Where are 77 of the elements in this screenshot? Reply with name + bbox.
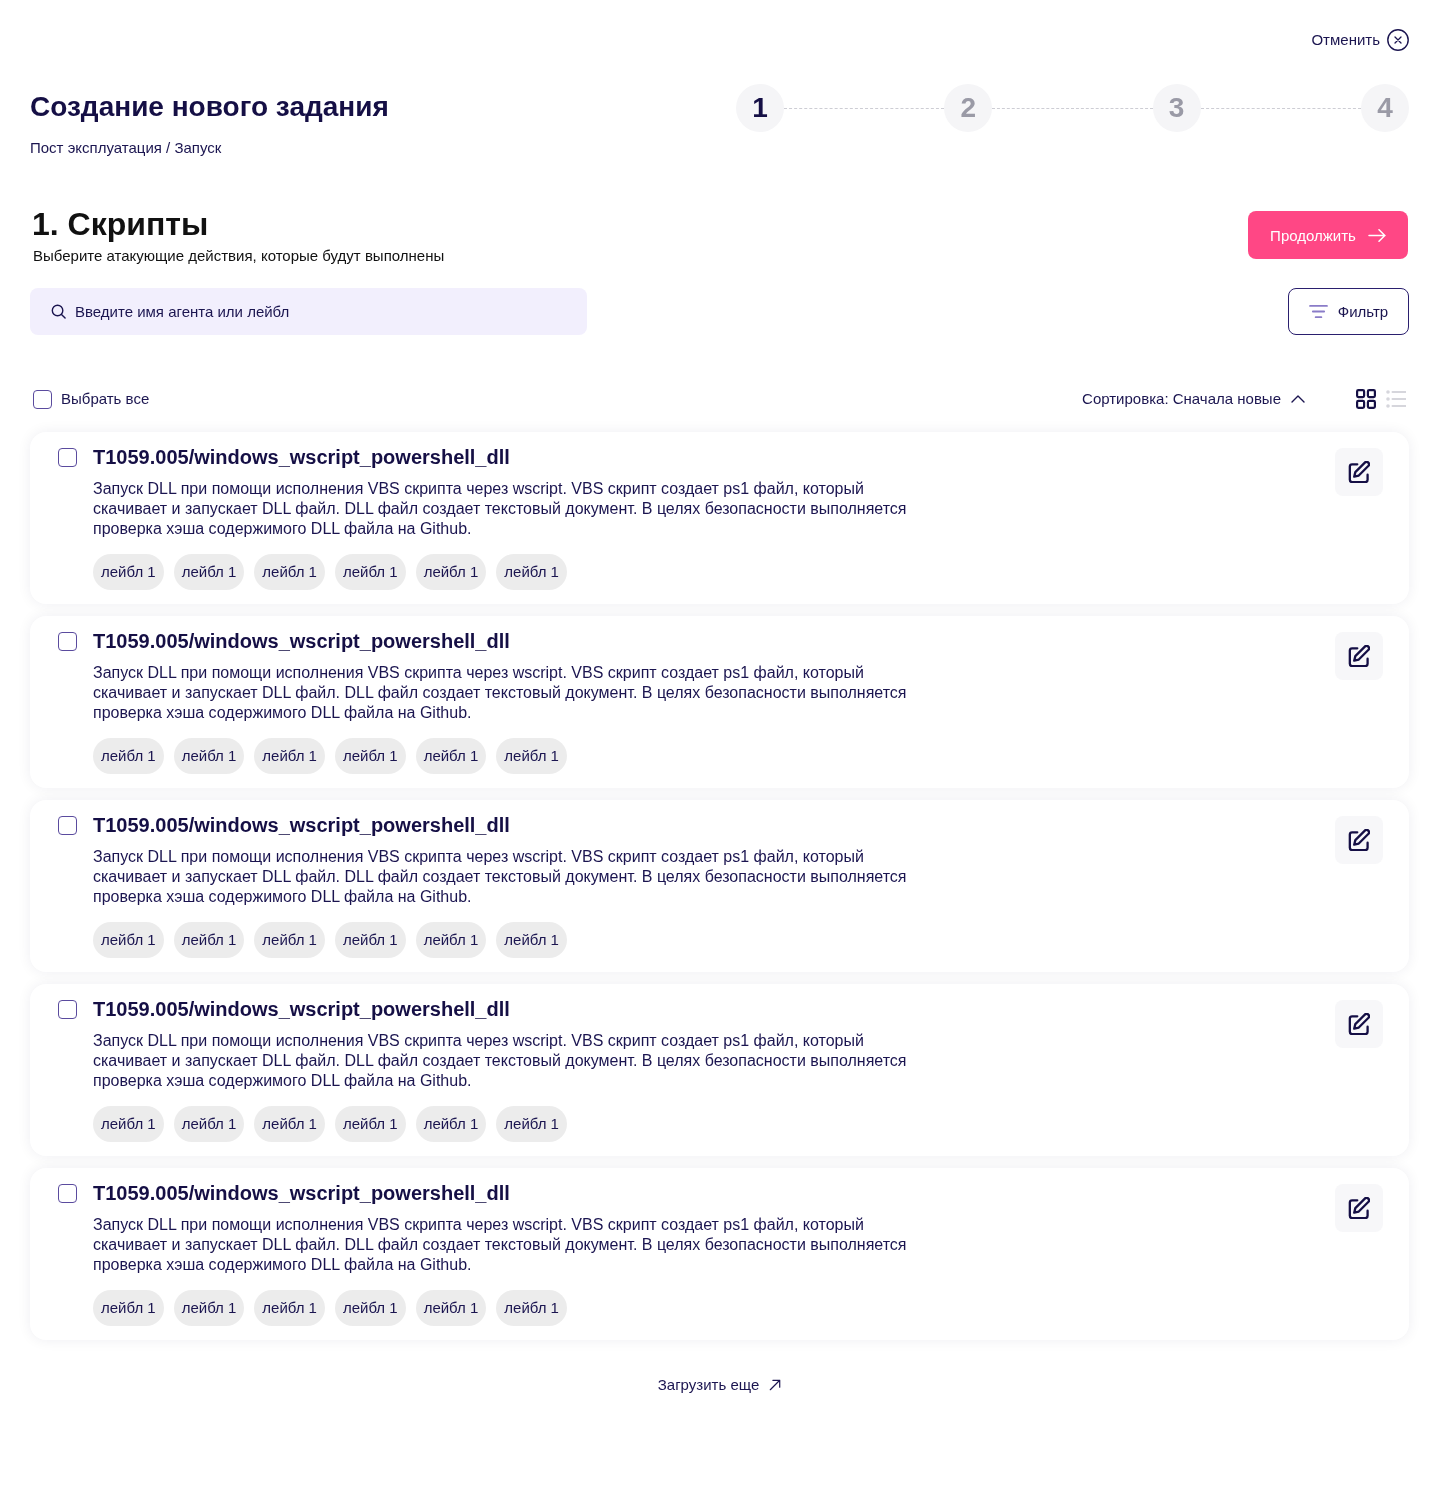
select-all-label[interactable]: Выбрать все xyxy=(61,389,150,409)
sort-button[interactable]: Сортировка: Сначала новые xyxy=(1082,389,1305,409)
filter-icon xyxy=(1308,304,1328,319)
edit-icon xyxy=(1348,1197,1370,1219)
label-tag: лейбл 1 xyxy=(415,554,487,590)
script-description: Запуск DLL при помощи исполнения VBS скрипта через wscript. VBS скрипт создает ps1 файл, который скачивает и запускает DLL файл. DLL файл создает текстовый документ. В целях безопасности выполняется проверка хэша содержимого DLL файла на Github. xyxy=(93,1031,908,1091)
checkbox[interactable] xyxy=(58,1183,77,1203)
label-tag: лейбл 1 xyxy=(415,1290,487,1326)
grid-view-icon[interactable] xyxy=(1356,389,1376,409)
checkbox[interactable] xyxy=(58,815,77,835)
label-tag: лейбл 1 xyxy=(93,922,164,958)
checkbox[interactable] xyxy=(58,631,77,651)
script-title: T1059.005/windows_wscript_powershell_dll xyxy=(93,445,510,469)
search-field[interactable]: Введите имя агента или лейбл xyxy=(30,288,587,335)
section-subtitle: Выберите атакующие действия, которые будут выполнены xyxy=(33,246,445,266)
label-tag: лейбл 1 xyxy=(334,738,406,774)
label-tag: лейбл 1 xyxy=(173,1106,245,1142)
label-tag: лейбл 1 xyxy=(254,1290,325,1326)
edit-button[interactable] xyxy=(1335,1184,1383,1232)
label-tag: лейбл 1 xyxy=(93,738,164,774)
checkbox[interactable] xyxy=(33,389,52,409)
search-icon xyxy=(51,304,66,319)
edit-icon xyxy=(1348,461,1370,483)
label-tag: лейбл 1 xyxy=(173,554,245,590)
filter-button[interactable]: Фильтр xyxy=(1288,288,1409,335)
edit-icon xyxy=(1348,829,1370,851)
checkbox[interactable] xyxy=(58,999,77,1019)
script-title: T1059.005/windows_wscript_powershell_dll xyxy=(93,629,510,653)
label-tag: лейбл 1 xyxy=(93,1106,164,1142)
close-icon xyxy=(1387,29,1409,51)
edit-button[interactable] xyxy=(1335,1000,1383,1048)
label-tag: лейбл 1 xyxy=(334,1290,406,1326)
edit-icon xyxy=(1348,645,1370,667)
edit-button[interactable] xyxy=(1335,448,1383,496)
checkbox[interactable] xyxy=(58,447,77,467)
script-description: Запуск DLL при помощи исполнения VBS скрипта через wscript. VBS скрипт создает ps1 файл, который скачивает и запускает DLL файл. DLL файл создает текстовый документ. В целях безопасности выполняется проверка хэша содержимого DLL файла на Github. xyxy=(93,663,908,723)
edit-icon xyxy=(1348,1013,1370,1035)
label-tag: лейбл 1 xyxy=(254,922,325,958)
step-indicator: 2 xyxy=(944,84,993,132)
chevron-up-icon xyxy=(1291,395,1305,403)
edit-button[interactable] xyxy=(1335,632,1383,680)
script-title: T1059.005/windows_wscript_powershell_dll xyxy=(93,997,510,1021)
label-tag: лейбл 1 xyxy=(173,1290,245,1326)
script-title: T1059.005/windows_wscript_powershell_dll xyxy=(93,1181,510,1205)
arrow-up-right-icon xyxy=(769,1379,782,1391)
script-description: Запуск DLL при помощи исполнения VBS скрипта через wscript. VBS скрипт создает ps1 файл, который скачивает и запускает DLL файл. DLL файл создает текстовый документ. В целях безопасности выполняется проверка хэша содержимого DLL файла на Github. xyxy=(93,847,908,907)
label-tag: лейбл 1 xyxy=(254,554,325,590)
label-tag: лейбл 1 xyxy=(496,738,567,774)
page-title: Создание нового задания xyxy=(30,90,389,124)
label-tag: лейбл 1 xyxy=(496,922,567,958)
label-tag: лейбл 1 xyxy=(415,738,487,774)
edit-button[interactable] xyxy=(1335,816,1383,864)
step-indicator: 1 xyxy=(736,84,784,132)
cancel-button[interactable]: Отменить xyxy=(1311,28,1409,52)
label-tag: лейбл 1 xyxy=(415,1106,487,1142)
label-tag: лейбл 1 xyxy=(496,1106,567,1142)
label-tag: лейбл 1 xyxy=(334,1106,406,1142)
script-title: T1059.005/windows_wscript_powershell_dll xyxy=(93,813,510,837)
label-tag: лейбл 1 xyxy=(415,922,487,958)
label-tag: лейбл 1 xyxy=(93,1290,164,1326)
load-more-link[interactable]: Загрузить еще xyxy=(657,1375,782,1395)
arrow-right-icon xyxy=(1367,228,1386,242)
section-title: 1. Скрипты xyxy=(32,205,210,244)
label-tag: лейбл 1 xyxy=(173,738,245,774)
script-description: Запуск DLL при помощи исполнения VBS скрипта через wscript. VBS скрипт создает ps1 файл, который скачивает и запускает DLL файл. DLL файл создает текстовый документ. В целях безопасности выполняется проверка хэша содержимого DLL файла на Github. xyxy=(93,479,908,539)
breadcrumb: Пост эксплуатация / Запуск xyxy=(30,138,223,158)
label-tag: лейбл 1 xyxy=(334,922,406,958)
label-tag: лейбл 1 xyxy=(334,554,406,590)
label-tag: лейбл 1 xyxy=(254,1106,325,1142)
script-description: Запуск DLL при помощи исполнения VBS скрипта через wscript. VBS скрипт создает ps1 файл, который скачивает и запускает DLL файл. DLL файл создает текстовый документ. В целях безопасности выполняется проверка хэша содержимого DLL файла на Github. xyxy=(93,1215,908,1275)
step-indicator: 4 xyxy=(1361,84,1409,132)
label-tag: лейбл 1 xyxy=(496,1290,567,1326)
label-tag: лейбл 1 xyxy=(496,554,567,590)
label-tag: лейбл 1 xyxy=(254,738,325,774)
label-tag: лейбл 1 xyxy=(173,922,245,958)
label-tag: лейбл 1 xyxy=(93,554,164,590)
step-indicator: 3 xyxy=(1152,84,1201,132)
